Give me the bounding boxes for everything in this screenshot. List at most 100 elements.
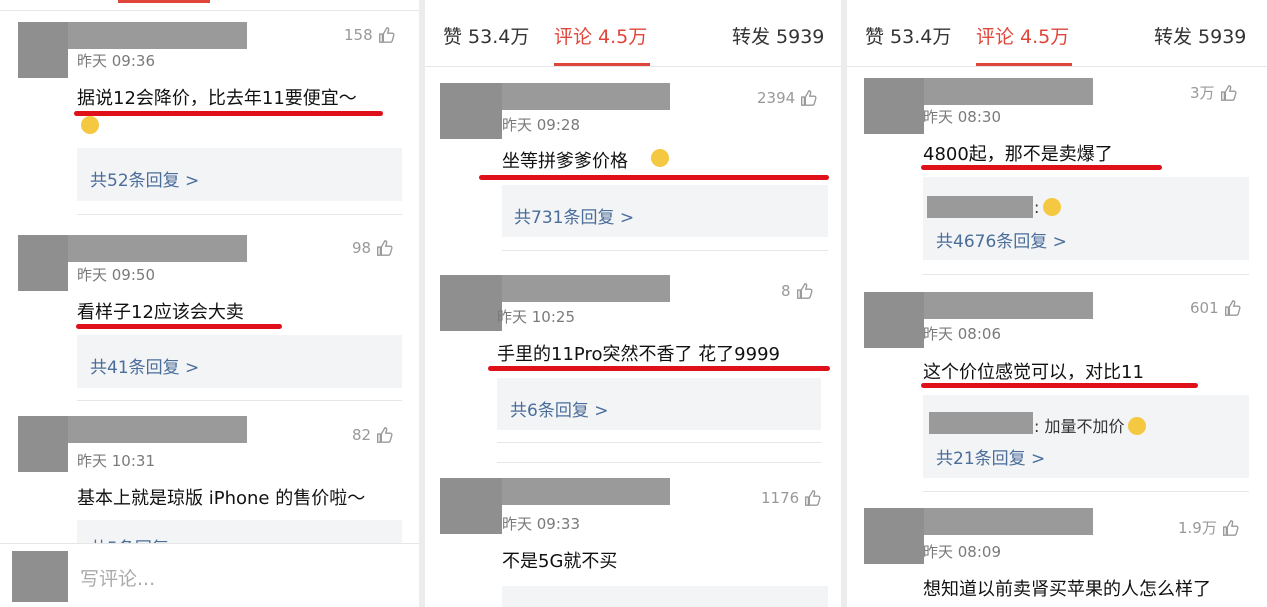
emoji-face-icon <box>651 149 669 167</box>
like-count: 3万 <box>1190 84 1215 102</box>
divider <box>502 250 828 251</box>
comment-text: 4800起，那不是卖爆了 <box>923 144 1113 165</box>
thumbs-up-icon <box>377 240 393 256</box>
view-replies-link[interactable]: 共41条回复 > <box>90 353 199 378</box>
divider <box>497 462 821 463</box>
like-count: 158 <box>344 26 373 44</box>
sub-reply-text: : 加量不加价 <box>1034 417 1125 436</box>
comment-time: 昨天 09:50 <box>77 266 155 284</box>
thumbs-up-icon <box>377 427 393 443</box>
like-count: 2394 <box>757 89 796 107</box>
thumbs-up-icon <box>805 490 821 506</box>
comment-text: 据说12会降价，比去年11要便宜～ <box>77 88 357 109</box>
avatar[interactable] <box>18 416 68 472</box>
comment-panel-1: 昨天 09:36 158 据说12会降价，比去年11要便宜～ 共52条回复 > … <box>0 0 419 607</box>
thumbs-up-icon <box>378 27 395 43</box>
comment-composer: 写评论... <box>0 543 419 607</box>
divider <box>77 214 402 215</box>
divider <box>923 274 1249 275</box>
highlight-underline <box>921 165 1162 170</box>
sub-reply-text: : <box>1034 198 1040 217</box>
thumbs-up-icon <box>801 90 817 106</box>
redacted-username <box>927 196 1033 218</box>
comment-time: 昨天 09:28 <box>502 116 580 134</box>
redacted-username <box>68 22 247 49</box>
thumbs-up-icon <box>1220 84 1237 101</box>
like-button[interactable]: 1.9万 <box>1178 517 1239 538</box>
comment-time: 昨天 09:36 <box>77 52 155 70</box>
highlight-underline <box>488 366 830 371</box>
divider <box>923 491 1249 492</box>
comment-input[interactable]: 写评论... <box>80 564 155 591</box>
view-replies-link[interactable]: 共731条回复 > <box>514 203 634 228</box>
avatar[interactable] <box>440 275 502 331</box>
thumbs-up-icon <box>1222 519 1239 536</box>
highlight-underline <box>479 175 829 180</box>
tab-comments[interactable]: 评论 4.5万 <box>554 22 647 49</box>
redacted-username <box>924 78 1093 105</box>
avatar[interactable] <box>864 78 924 134</box>
redacted-username <box>502 275 670 302</box>
avatar[interactable] <box>864 508 924 564</box>
highlight-underline <box>74 111 383 116</box>
divider <box>0 10 419 11</box>
tab-likes[interactable]: 赞 53.4万 <box>443 22 529 49</box>
like-count: 601 <box>1190 299 1219 317</box>
comment-time: 昨天 08:30 <box>923 108 1001 126</box>
highlight-underline <box>76 324 282 329</box>
view-replies-link[interactable]: 共21条回复 > <box>936 444 1045 469</box>
comment-time: 昨天 10:25 <box>497 308 575 326</box>
avatar[interactable] <box>18 22 68 78</box>
tab-likes[interactable]: 赞 53.4万 <box>865 22 951 49</box>
avatar[interactable] <box>864 292 924 348</box>
tab-shares[interactable]: 转发 5939 <box>1154 22 1246 49</box>
comment-panel-3: 赞 53.4万 评论 4.5万 转发 5939 昨天 08:30 3万 4800… <box>847 0 1267 607</box>
reply-box[interactable] <box>502 586 828 607</box>
sub-reply: : 加量不加价 <box>1034 413 1147 437</box>
comment-text: 看样子12应该会大卖 <box>77 302 244 323</box>
highlight-underline <box>921 383 1198 388</box>
redacted-username <box>924 508 1093 535</box>
redacted-username <box>502 478 670 505</box>
like-button[interactable]: 601 <box>1190 299 1241 317</box>
avatar[interactable] <box>440 478 502 534</box>
comment-text: 手里的11Pro突然不香了 花了9999 <box>497 344 780 365</box>
view-replies-link[interactable]: 共4676条回复 > <box>936 227 1067 252</box>
like-count: 98 <box>352 239 372 257</box>
comment-text: 基本上就是琼版 iPhone 的售价啦～ <box>77 488 366 509</box>
redacted-username <box>924 292 1093 319</box>
sub-reply: : <box>1034 198 1062 217</box>
like-count: 1.9万 <box>1178 519 1217 537</box>
like-button[interactable]: 2394 <box>757 89 817 107</box>
view-replies-link[interactable]: 共6条回复 > <box>510 396 608 421</box>
like-button[interactable]: 3万 <box>1190 82 1237 103</box>
avatar[interactable] <box>18 235 68 291</box>
thumbs-up-icon <box>796 283 813 299</box>
redacted-username <box>68 416 247 443</box>
like-button[interactable]: 8 <box>781 282 813 300</box>
emoji-face-icon <box>81 116 99 134</box>
tab-comments[interactable]: 评论 4.5万 <box>976 22 1069 49</box>
like-button[interactable]: 158 <box>344 26 395 44</box>
tab-indicator <box>118 0 210 3</box>
emoji-face-icon <box>1043 198 1062 216</box>
comment-text: 想知道以前卖肾买苹果的人怎么样了 <box>923 579 1211 600</box>
like-button[interactable]: 98 <box>352 239 393 257</box>
tab-shares[interactable]: 转发 5939 <box>732 22 824 49</box>
divider <box>497 442 821 443</box>
comment-panel-2: 赞 53.4万 评论 4.5万 转发 5939 昨天 09:28 2394 坐等… <box>425 0 841 607</box>
tab-indicator <box>554 63 650 66</box>
avatar <box>12 551 68 602</box>
view-replies-link[interactable]: 共52条回复 > <box>90 166 199 191</box>
emoji-face-icon <box>1128 417 1147 435</box>
like-button[interactable]: 82 <box>352 426 393 444</box>
comment-time: 昨天 08:09 <box>923 543 1001 561</box>
redacted-username <box>68 235 247 262</box>
avatar[interactable] <box>440 83 502 139</box>
comment-text: 不是5G就不买 <box>502 551 618 572</box>
comment-time: 昨天 09:33 <box>502 515 580 533</box>
like-button[interactable]: 1176 <box>761 489 821 507</box>
like-count: 8 <box>781 282 791 300</box>
redacted-username <box>929 412 1033 434</box>
comment-text: 坐等拼爹爹价格 <box>502 151 628 172</box>
